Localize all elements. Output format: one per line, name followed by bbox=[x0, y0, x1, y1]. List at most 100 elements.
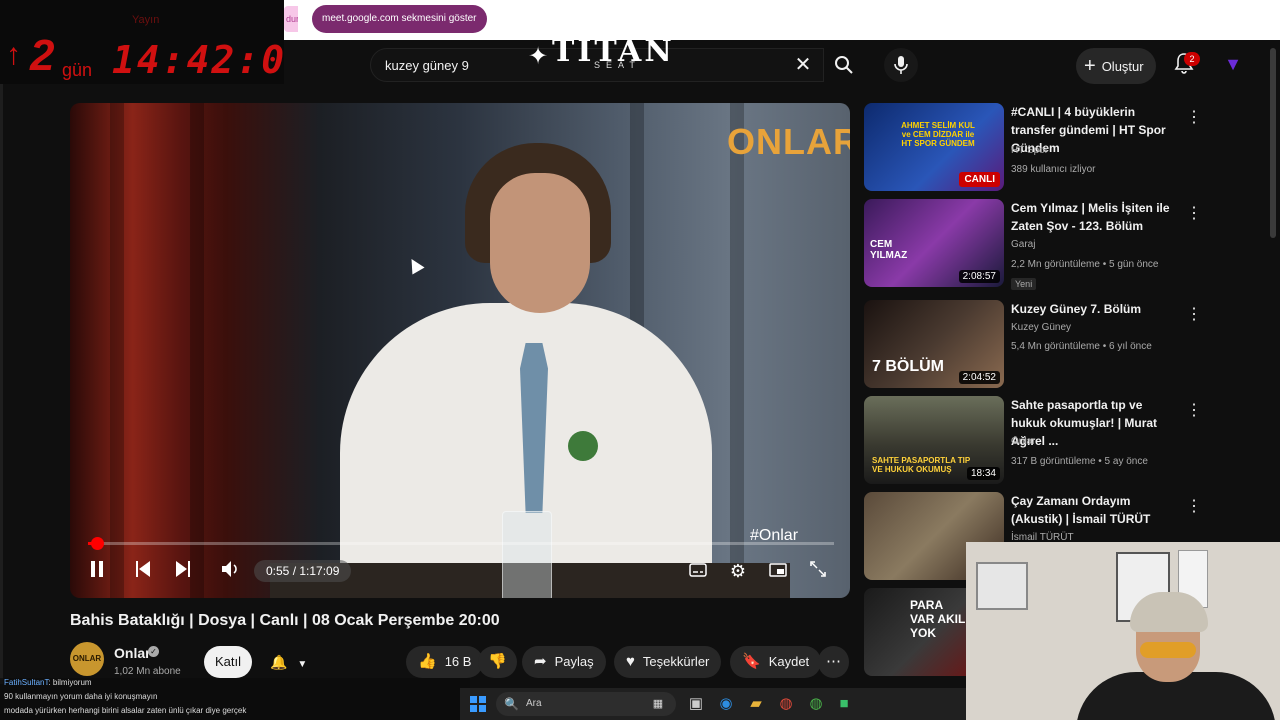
recommendation-item[interactable]: CEM YILMAZ 2:08:57 Cem Yılmaz | Melis İş… bbox=[864, 199, 1274, 291]
titan-logo-mark-icon: ✦ bbox=[528, 43, 549, 70]
notification-count-badge: 2 bbox=[1184, 52, 1200, 66]
verified-check-icon: ✓ bbox=[148, 646, 159, 657]
stream-uptime-counter: Yayın ↑ 2 gün 14:42:04 bbox=[0, 0, 309, 84]
wall-frame bbox=[976, 562, 1028, 610]
next-icon[interactable] bbox=[170, 558, 196, 584]
recommendation-channel[interactable]: Kuzey Güney bbox=[1011, 322, 1071, 333]
streamer-glasses bbox=[1140, 642, 1196, 658]
chat-username: FatihSultanT bbox=[4, 678, 49, 687]
save-label: Kaydet bbox=[768, 654, 810, 669]
share-arrow-icon: ➦ bbox=[534, 653, 547, 670]
progress-scrubber[interactable] bbox=[90, 537, 104, 550]
video-player[interactable]: ONLAR #Onlar bbox=[70, 103, 850, 598]
windows-start-icon[interactable] bbox=[466, 692, 490, 716]
meet-tab-prompt-button[interactable]: meet.google.com sekmesini göster bbox=[312, 5, 487, 33]
duration-badge: 2:08:57 bbox=[958, 270, 1000, 283]
taskbar-search-icon: 🔍 bbox=[504, 697, 519, 711]
save-button[interactable]: 🔖 Kaydet bbox=[730, 646, 822, 678]
more-horizontal-icon: ⋯ bbox=[826, 653, 841, 670]
recommendation-title[interactable]: Cem Yılmaz | Melis İşiten ile Zaten Şov … bbox=[1011, 199, 1181, 235]
share-label: Paylaş bbox=[554, 654, 594, 669]
share-button[interactable]: ➦ Paylaş bbox=[522, 646, 606, 678]
previous-icon[interactable] bbox=[130, 558, 156, 584]
duration-badge: 18:34 bbox=[966, 467, 1000, 480]
more-actions-button[interactable]: ⋯ bbox=[818, 646, 849, 678]
bookmark-icon: 🔖 bbox=[742, 653, 761, 670]
more-vertical-icon[interactable]: ⋮ bbox=[1186, 107, 1202, 127]
file-explorer-icon[interactable]: ▰ bbox=[744, 692, 768, 716]
more-vertical-icon[interactable]: ⋮ bbox=[1186, 203, 1202, 223]
more-vertical-icon[interactable]: ⋮ bbox=[1186, 400, 1202, 420]
chat-message: modada yürürken herhangi birini alsalar … bbox=[4, 706, 247, 715]
counter-days: 2 bbox=[30, 31, 55, 80]
thanks-heart-icon: ♥ bbox=[626, 653, 635, 670]
recommendation-item[interactable]: 7 BÖLÜM 2:04:52 Kuzey Güney 7. Bölüm Kuz… bbox=[864, 300, 1274, 392]
more-vertical-icon[interactable]: ⋮ bbox=[1186, 304, 1202, 324]
widgets-icon[interactable]: ▦ bbox=[646, 692, 670, 716]
recommendation-thumbnail[interactable]: AHMET SELİM KUL ve CEM DİZDAR ile HT SPO… bbox=[864, 103, 1004, 191]
volume-icon[interactable] bbox=[218, 558, 244, 584]
curtain-fold bbox=[190, 103, 204, 598]
recommendation-channel[interactable]: Garaj bbox=[1011, 239, 1035, 250]
counter-label: Yayın bbox=[132, 14, 160, 26]
live-badge: CANLI bbox=[959, 172, 1000, 187]
recommendation-title[interactable]: Çay Zamanı Ordayım (Akustik) | İsmail TÜ… bbox=[1011, 492, 1181, 528]
thumbs-up-icon: 👍 bbox=[418, 653, 437, 670]
recommendation-title[interactable]: Kuzey Güney 7. Bölüm bbox=[1011, 300, 1181, 318]
meet-pill-prefix[interactable]: dur bbox=[284, 6, 298, 32]
thumbs-down-icon: 👎 bbox=[488, 653, 507, 670]
progress-bar[interactable] bbox=[88, 537, 834, 550]
pause-icon[interactable] bbox=[84, 558, 110, 584]
subtitles-icon[interactable] bbox=[686, 558, 710, 584]
lapel-pin bbox=[568, 431, 598, 461]
counter-days-unit: gün bbox=[62, 60, 93, 80]
chrome-icon[interactable]: ◍ bbox=[774, 692, 798, 716]
dislike-button[interactable]: 👎 bbox=[478, 646, 517, 678]
thumbnail-caption: SAHTE PASAPORTLA TIP VE HUKUK OKUMUŞ bbox=[872, 456, 971, 474]
settings-gear-icon[interactable]: ⚙ bbox=[726, 558, 750, 584]
recommendation-thumbnail[interactable]: 7 BÖLÜM 2:04:52 bbox=[864, 300, 1004, 388]
fullscreen-icon[interactable] bbox=[806, 558, 830, 584]
miniplayer-icon[interactable] bbox=[766, 558, 790, 584]
chrome-profile-icon[interactable]: ◍ bbox=[804, 692, 828, 716]
like-count: 16 B bbox=[444, 654, 472, 669]
clear-search-icon[interactable]: ✕ bbox=[792, 54, 814, 76]
search-icon[interactable] bbox=[826, 48, 862, 82]
search-input-value[interactable]: kuzey güney 9 bbox=[385, 58, 469, 73]
join-button[interactable]: Katıl bbox=[204, 646, 252, 678]
recommendation-channel[interactable]: Onlar bbox=[1011, 436, 1035, 447]
titan-seat-logo: ✦ TITAN SEAT bbox=[528, 34, 684, 78]
onlar-watermark: ONLAR bbox=[727, 121, 850, 162]
left-edge-divider bbox=[0, 84, 3, 684]
recommendation-meta: 2,2 Mn görüntüleme • 5 gün önce bbox=[1011, 259, 1159, 270]
edge-browser-icon[interactable]: ◉ bbox=[714, 692, 738, 716]
duration-badge: 2:04:52 bbox=[958, 371, 1000, 384]
plus-icon: + bbox=[1084, 55, 1096, 77]
app-icon[interactable]: ■ bbox=[832, 692, 856, 716]
channel-avatar[interactable]: ONLAR bbox=[70, 642, 104, 676]
like-button[interactable]: 👍 16 B bbox=[406, 646, 484, 678]
chevron-down-icon: ▼ bbox=[297, 659, 308, 670]
water-glass bbox=[502, 511, 552, 598]
channel-name[interactable]: Onlar bbox=[114, 645, 151, 661]
thanks-button[interactable]: ♥ Teşekkürler bbox=[614, 646, 722, 678]
account-avatar[interactable]: ▼ bbox=[1222, 54, 1244, 76]
thumbnail-caption: PARA VAR AKIL YOK bbox=[910, 598, 966, 640]
recommendation-title[interactable]: Sahte pasaportla tıp ve hukuk okumuşlar!… bbox=[1011, 396, 1181, 450]
recommendation-thumbnail[interactable]: SAHTE PASAPORTLA TIP VE HUKUK OKUMUŞ 18:… bbox=[864, 396, 1004, 484]
create-button[interactable]: + Oluştur bbox=[1076, 48, 1156, 84]
thumbnail-caption: CEM YILMAZ bbox=[870, 239, 908, 261]
counter-time: 14:42:04 bbox=[112, 38, 312, 82]
microphone-icon[interactable] bbox=[884, 48, 918, 82]
thanks-label: Teşekkürler bbox=[642, 654, 710, 669]
stream-chat-overlay: FatihSultanT: bilmiyorum 90 kullanmayın … bbox=[0, 678, 470, 720]
subscription-bell-button[interactable]: 🔔 ▼ bbox=[262, 646, 320, 678]
recommendation-item[interactable]: SAHTE PASAPORTLA TIP VE HUKUK OKUMUŞ 18:… bbox=[864, 396, 1274, 488]
recommendation-thumbnail[interactable]: CEM YILMAZ 2:08:57 bbox=[864, 199, 1004, 287]
recommendation-channel[interactable]: HT Spor bbox=[1011, 145, 1048, 156]
task-view-icon[interactable]: ▣ bbox=[684, 692, 708, 716]
more-vertical-icon[interactable]: ⋮ bbox=[1186, 496, 1202, 516]
recommendation-item[interactable]: AHMET SELİM KUL ve CEM DİZDAR ile HT SPO… bbox=[864, 103, 1274, 195]
chat-message: FatihSultanT: bilmiyorum bbox=[4, 678, 92, 687]
recommendation-meta: 389 kullanıcı izliyor bbox=[1011, 164, 1096, 175]
